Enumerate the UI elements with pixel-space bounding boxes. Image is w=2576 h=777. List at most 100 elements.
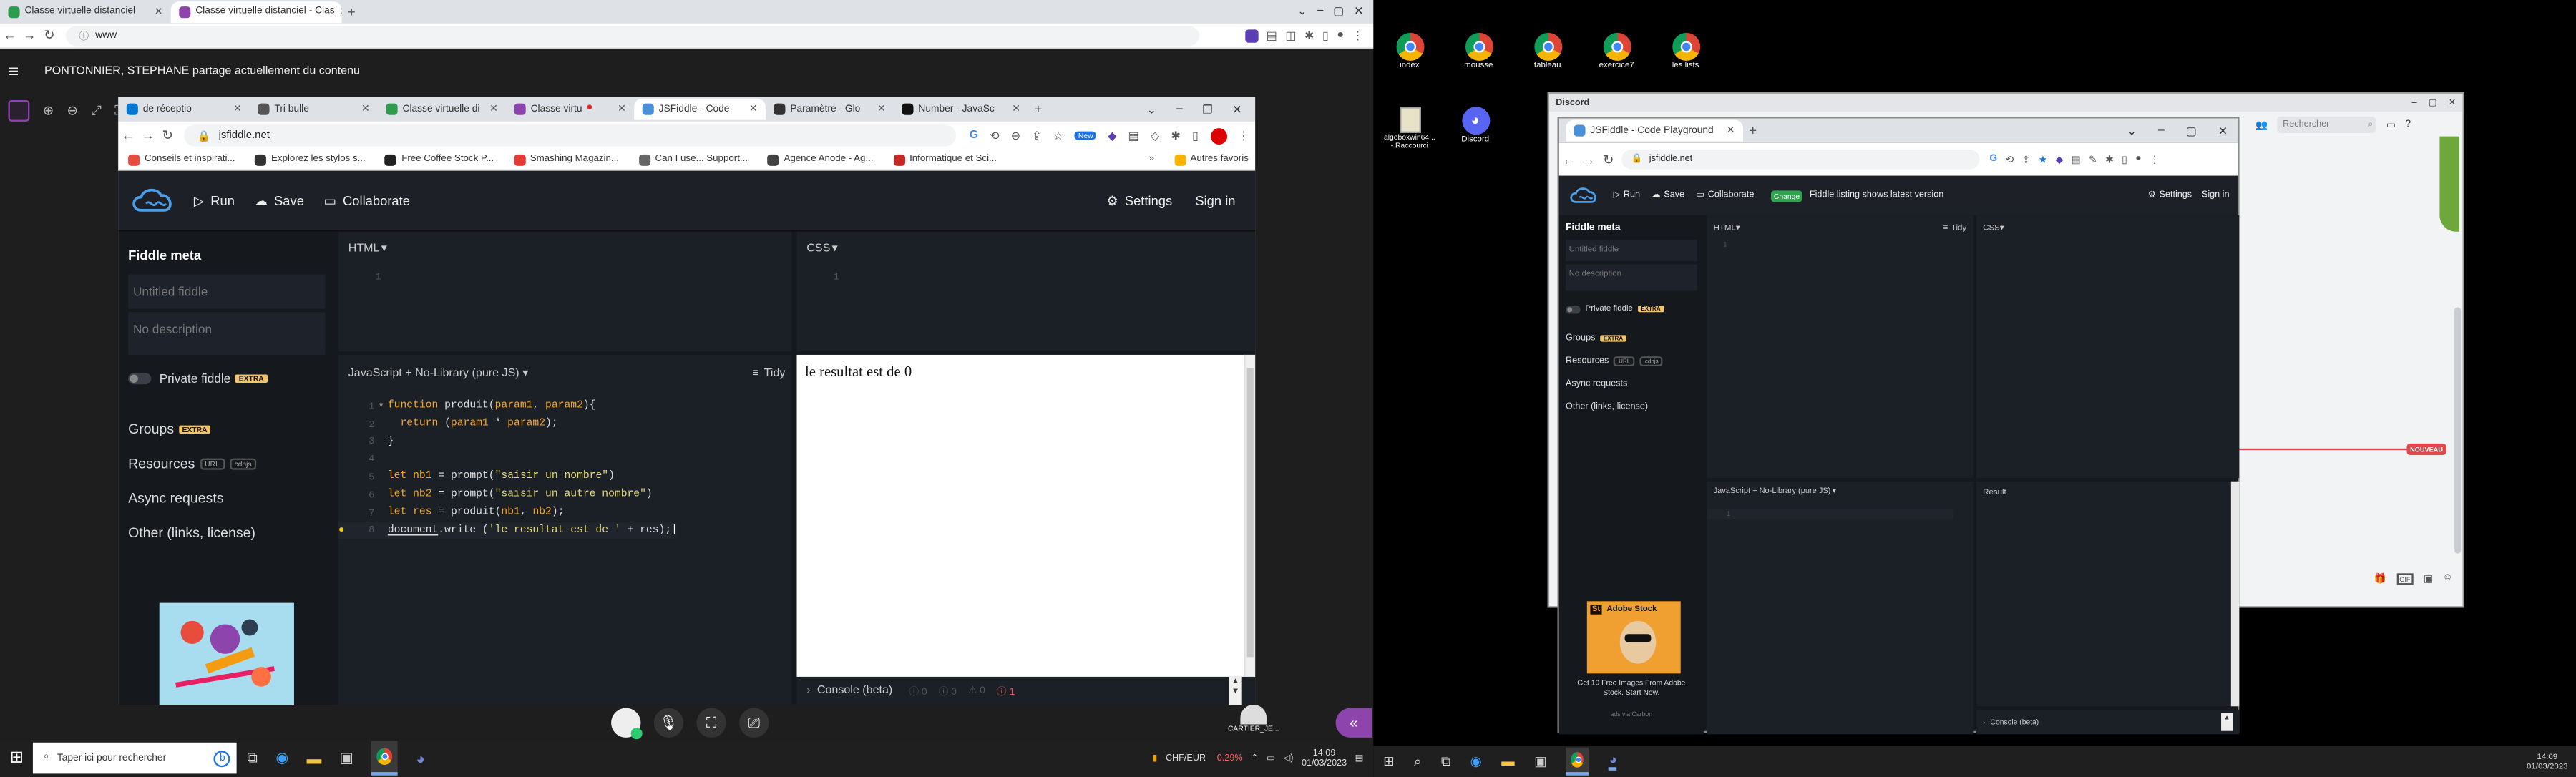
discord-scrollbar[interactable] [2454, 307, 2462, 554]
ad-text[interactable]: Get 10 Free Images From Adobe Stock. Sta… [1569, 678, 1694, 698]
adobe-ad-image[interactable]: St Adobe Stock [1586, 601, 1681, 674]
bookmark-star-icon[interactable]: ★ [2039, 154, 2047, 165]
async-requests-item[interactable]: Async requests [1566, 379, 1704, 389]
volume-icon[interactable]: ◁) [1284, 753, 1294, 763]
js-panel[interactable]: JavaScript + No-Library (pure JS) ▾ ≡ Tidy… [338, 354, 792, 705]
extension-icon[interactable]: ◆ [2055, 154, 2063, 165]
collapse-panel-icon[interactable]: « [1335, 708, 1372, 738]
reload-icon[interactable]: ↻ [39, 26, 59, 46]
desktop-icon-mousse[interactable]: mousse [1455, 32, 1501, 71]
js-panel-label[interactable]: JavaScript + No-Library (pure JS) [348, 367, 519, 378]
resources-item[interactable]: Resources URL cdnjs [128, 455, 335, 471]
zoom-out-icon[interactable]: ⊖ [67, 104, 77, 119]
html-panel-label[interactable]: HTML ▾ [348, 242, 792, 255]
console-scroll-arrows[interactable]: ▲ ▼ [1229, 676, 1242, 705]
gif-icon[interactable]: GIF [2396, 572, 2414, 585]
fiddle-description-input[interactable]: No description [1565, 264, 1697, 291]
inbox-icon[interactable]: ▭ [2386, 119, 2396, 131]
desktop-icon-exercice7[interactable]: exercice7 [1594, 32, 1639, 71]
console-scroll-arrows[interactable]: ▲ [2221, 713, 2233, 731]
tidy-button[interactable]: ≡ Tidy [1943, 223, 1967, 233]
settings-button[interactable]: ⚙ Settings [2148, 190, 2192, 200]
code-editor[interactable]: 1 ▾ function produit(param1, param2){ 2 re… [338, 398, 678, 539]
right-console-bar[interactable]: › Console (beta) ▲ [1976, 709, 2240, 735]
inner-tab[interactable]: de réceptio ✕ [118, 99, 250, 120]
inner-tab[interactable]: Number - JavaSc ✕ [894, 99, 1028, 120]
menu-icon[interactable]: ⋮ [2150, 154, 2160, 165]
zoom-icon[interactable]: ⊖ [1011, 129, 1020, 142]
discord-taskbar-icon[interactable]: ◕ [1609, 753, 1617, 771]
inner-tab[interactable]: Classe virtuelle di ✕ [378, 99, 506, 120]
file-explorer-icon[interactable]: ▬ [307, 750, 322, 766]
extension-icon[interactable]: ◆ [1108, 129, 1116, 142]
file-explorer-icon[interactable]: ▬ [1501, 754, 1514, 769]
close-icon[interactable]: ✕ [150, 6, 163, 17]
right-html-panel[interactable]: HTML ▾ ≡ Tidy 1 [1707, 215, 1974, 479]
desktop-icon-tableau[interactable]: tableau [1525, 32, 1571, 71]
members-icon[interactable]: 👥 [2255, 119, 2268, 131]
resources-item[interactable]: Resources URL cdnjs [1566, 356, 1704, 367]
save-button[interactable]: ☁ Save [255, 193, 304, 208]
bookmark-item[interactable]: Can I use... Support... [638, 153, 748, 165]
store-icon[interactable]: ▣ [340, 749, 354, 767]
screenshot-icon[interactable]: ◫ [1285, 29, 1296, 41]
inner-tab[interactable]: Paramètre - Glo ✕ [766, 99, 894, 120]
clock[interactable]: 14:09 01/03/2023 [1302, 748, 1347, 768]
fit-screen-icon[interactable]: ⤢ [91, 103, 102, 119]
inner-tab-jsfiddle[interactable]: JSFiddle - Code ✕ [634, 98, 766, 120]
edge-icon[interactable]: ◉ [1470, 754, 1482, 769]
collaborate-button[interactable]: ▭ Collaborate [1696, 190, 1754, 200]
back-icon[interactable]: ← [1559, 150, 1579, 170]
bookmark-star-icon[interactable]: ☆ [1053, 129, 1063, 142]
right-css-panel[interactable]: CSS ▾ [1976, 215, 2240, 479]
more-bookmarks[interactable]: » [1149, 155, 1154, 165]
result-scrollbar[interactable] [2230, 481, 2240, 707]
minimize-icon[interactable]: – [2412, 98, 2417, 108]
participant-tile[interactable]: CARTIER_JE... [1224, 704, 1283, 733]
media-icon[interactable]: ▤ [1267, 29, 1277, 41]
translate-icon[interactable]: ⟲ [2006, 154, 2014, 165]
tidy-button[interactable]: ≡ Tidy [752, 367, 785, 378]
async-requests-item[interactable]: Async requests [128, 489, 335, 506]
html-panel[interactable]: HTML ▾ 1 [338, 231, 792, 352]
puzzle-icon[interactable]: ✱ [2105, 154, 2114, 165]
run-button[interactable]: ▷ Run [194, 193, 235, 208]
bookmark-item[interactable]: Smashing Magazin... [513, 153, 619, 165]
desktop-icon-discord[interactable]: ◕ Discord [1453, 107, 1498, 145]
back-icon[interactable]: ← [118, 126, 138, 146]
desktop-icon-les-lists[interactable]: les lists [1662, 32, 1708, 71]
bookmark-item[interactable]: Free Coffee Stock P... [385, 153, 494, 165]
share-icon[interactable]: ⇪ [1032, 129, 1041, 142]
extension-icon[interactable]: ◇ [1151, 129, 1159, 142]
puzzle-icon[interactable]: ✱ [1171, 129, 1180, 142]
desktop-icon-algobox[interactable]: algoboxwin64... - Raccourci [1383, 107, 1435, 150]
jsfiddle-logo-icon[interactable] [128, 184, 177, 217]
window-close-icon[interactable]: ✕ [1232, 103, 1241, 116]
extension-icon[interactable]: ✎ [2089, 154, 2097, 165]
tab-classe-virtuelle-1[interactable]: Classe virtuelle distanciel ✕ [0, 1, 171, 22]
translate-icon[interactable]: ⟲ [990, 129, 999, 142]
sticker-icon[interactable]: ▣ [2424, 572, 2433, 584]
other-favorites[interactable]: Autres favoris [1174, 153, 1256, 165]
maximize-icon[interactable]: ▢ [2186, 124, 2197, 137]
tab-search-chevron-icon[interactable]: ⌄ [1297, 5, 1307, 18]
profile-icon[interactable] [1209, 127, 1226, 144]
forward-icon[interactable]: → [20, 26, 40, 46]
new-extension-icon[interactable]: New [1075, 131, 1097, 140]
forward-icon[interactable]: → [1579, 150, 1599, 170]
google-icon[interactable]: G [1989, 155, 1997, 165]
bookmark-item[interactable]: Explorez les stylos s... [255, 153, 366, 165]
extension-icon[interactable]: ▤ [1128, 129, 1139, 142]
right-js-panel[interactable]: JavaScript + No-Library (pure JS) ▾ 1 [1707, 481, 1974, 735]
extension-icon[interactable] [1244, 29, 1259, 42]
right-address-bar[interactable]: 🔒 jsfiddle.net [1621, 149, 1980, 170]
profile-icon[interactable]: ● [1337, 29, 1344, 41]
annotate-icon[interactable] [8, 100, 30, 122]
emoji-icon[interactable]: ☺ [2443, 573, 2453, 583]
inner-tab[interactable]: Classe virtu ⏺ ✕ [506, 99, 634, 120]
run-button[interactable]: ▷ Run [1614, 190, 1640, 200]
ad-via[interactable]: ads via Carbon [1569, 711, 1694, 718]
tab-search-chevron-icon[interactable]: ⌄ [2127, 124, 2137, 137]
avatar[interactable] [611, 708, 643, 740]
menu-icon[interactable]: ⋮ [1238, 129, 1249, 142]
